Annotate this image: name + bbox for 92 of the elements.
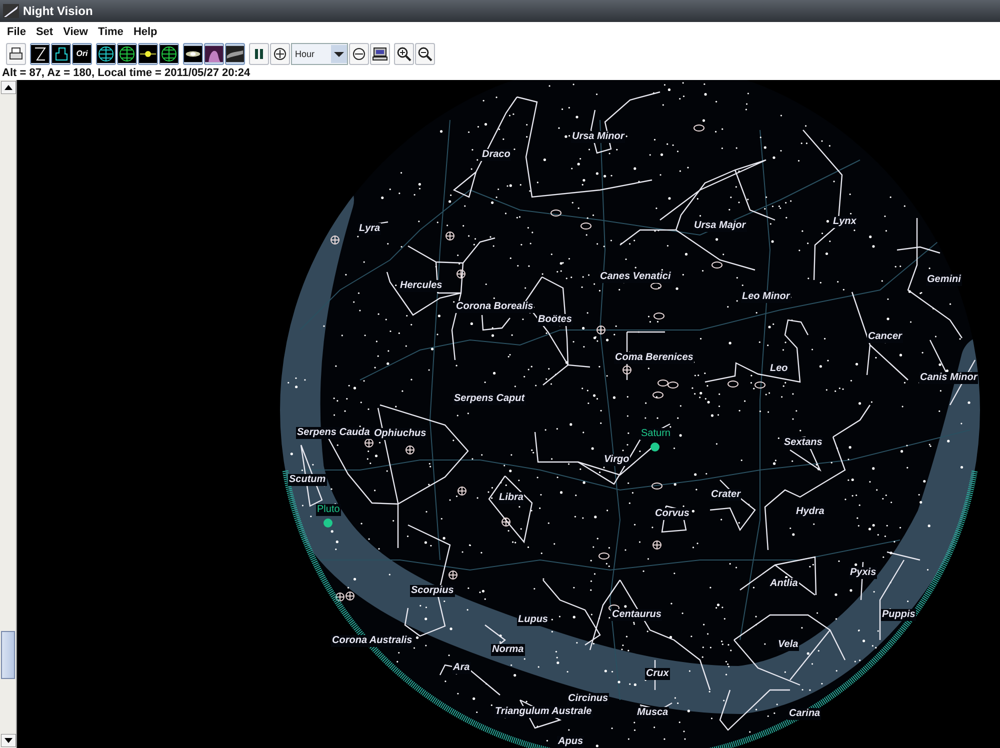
constellation-label: Scorpius [410, 585, 455, 597]
constellation-label: Corona Australis [331, 635, 414, 647]
constellation-label: Corona Borealis [455, 301, 534, 313]
constellation-label: Serpens Cauda [296, 427, 371, 439]
horizon-button[interactable] [159, 42, 179, 64]
menu-item[interactable]: File [2, 26, 31, 38]
computer-button[interactable] [370, 42, 390, 64]
zoom-out-button[interactable] [415, 42, 435, 64]
constellation-label: Lupus [517, 614, 549, 626]
constellation-label: Draco [481, 149, 512, 161]
milkyway-button[interactable] [225, 42, 245, 64]
galaxy-icon [184, 44, 202, 62]
pause-icon [252, 46, 266, 60]
constellation-label: Hydra [795, 506, 826, 518]
horizontal-grid-button[interactable] [117, 42, 137, 64]
constellation-label: Circinus [567, 693, 610, 705]
scroll-up-icon [1, 81, 16, 94]
planet-dot[interactable] [324, 518, 332, 528]
constellation-label: Triangulum Australe [494, 706, 593, 718]
plus-circle-icon [273, 46, 287, 60]
constellation-label: Coma Berenices [614, 352, 694, 364]
boundaries-button[interactable] [51, 42, 71, 64]
nebula-icon [205, 44, 223, 62]
constellation-label: Carina [788, 708, 822, 720]
menu-item[interactable]: Time [92, 26, 128, 38]
constellation-label: Hercules [399, 280, 444, 292]
constellation-icon [31, 44, 49, 62]
planet-label: Pluto [316, 504, 341, 516]
constellation-label: Crux [645, 668, 670, 680]
constellation-label: Ophiuchus [373, 428, 428, 440]
constellation-label: Serpens Caput [453, 393, 526, 405]
globe-icon [160, 44, 178, 62]
constellation-label: Antlia [769, 578, 799, 590]
scrollbar-thumb[interactable] [1, 630, 15, 679]
ecliptic-button[interactable] [138, 42, 158, 64]
constellation-label: Canis Minor [919, 372, 978, 384]
vertical-scrollbar[interactable] [0, 80, 17, 748]
planets-button[interactable] [183, 42, 203, 64]
constellation-label: Crater [710, 489, 742, 501]
planet-label: Saturn [640, 428, 672, 440]
step-back-button[interactable] [349, 42, 369, 64]
print-button[interactable] [6, 42, 26, 64]
sky-chart[interactable] [17, 80, 1000, 748]
constellation-label: Scutum [288, 474, 327, 486]
globe-icon [118, 44, 136, 62]
constellation-label: Lyra [358, 223, 382, 235]
constellation-label: Lynx [832, 216, 858, 228]
constellation-label: Libra [498, 492, 524, 504]
printer-icon [8, 46, 24, 62]
constellation-label: Gemini [926, 274, 962, 286]
constellation-label: Virgo [603, 454, 630, 466]
zoom-in-icon [396, 46, 412, 62]
constellation-label: Puppis [881, 609, 916, 621]
constellation-label: Boötes [537, 314, 573, 326]
figures-button[interactable] [30, 42, 50, 64]
minus-circle-icon [352, 46, 366, 60]
equatorial-grid-button[interactable] [96, 42, 116, 64]
computer-icon [372, 46, 388, 62]
menu-item[interactable]: View [58, 26, 93, 38]
constellation-label: Norma [491, 644, 525, 656]
constellation-label: Vela [777, 639, 800, 651]
constellation-label: Leo [769, 363, 789, 375]
constellation-label: Cancer [867, 331, 903, 343]
window-title: Night Vision [23, 4, 93, 18]
zoom-out-icon [417, 46, 433, 62]
zoom-in-button[interactable] [394, 42, 414, 64]
boundary-icon [52, 44, 70, 62]
menu-item[interactable]: Set [30, 26, 58, 38]
comet-icon [3, 4, 19, 18]
time-step-dropdown[interactable]: Hour [291, 42, 348, 64]
status-text: Alt = 87, Az = 180, Local time = 2011/05/27 20:24 [0, 66, 1000, 80]
constellation-label: Apus [557, 736, 584, 748]
constellation-label: Musca [636, 707, 670, 719]
constellation-label: Ursa Major [693, 220, 747, 232]
constellation-label: Sextans [783, 437, 824, 449]
constellation-label: Ursa Minor [571, 131, 626, 143]
constellation-label: Canes Venatici [599, 271, 672, 283]
constellation-label: Corvus [654, 508, 690, 520]
pause-button[interactable] [249, 42, 269, 64]
constellation-label: Centaurus [611, 609, 662, 621]
milky-way-icon [226, 44, 244, 62]
nebula-button[interactable] [204, 42, 224, 64]
planet-dot[interactable] [650, 442, 660, 452]
globe-icon [97, 44, 115, 62]
step-forward-button[interactable] [270, 42, 290, 64]
menu-item[interactable]: Help [128, 26, 162, 38]
ecliptic-icon [139, 44, 157, 62]
caret-icon [331, 44, 347, 62]
scroll-down-icon [1, 734, 16, 747]
constellation-label: Leo Minor [741, 291, 791, 303]
constellation-label: Ara [452, 662, 471, 674]
constellation-label: Pyxis [849, 567, 878, 579]
